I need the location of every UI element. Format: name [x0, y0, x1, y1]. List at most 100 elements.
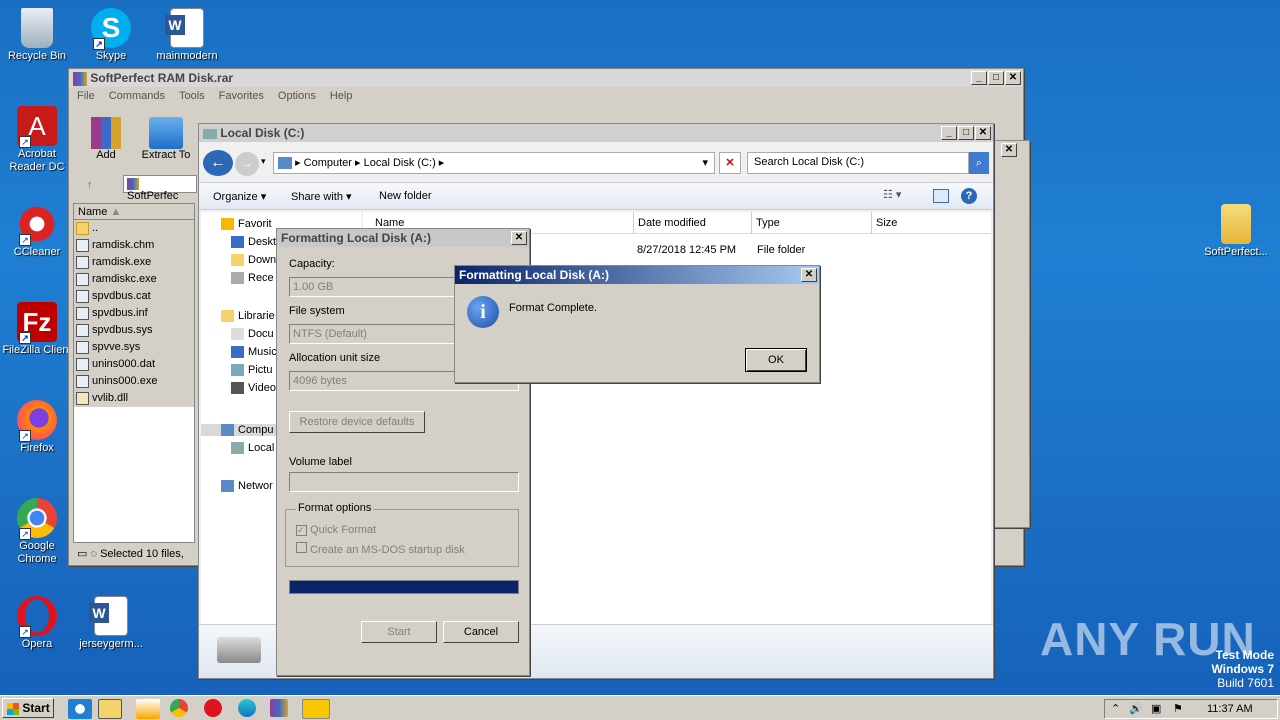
volume-icon[interactable]: 🔊: [1129, 702, 1143, 715]
share-with-button[interactable]: Share with ▾: [291, 190, 352, 203]
close-button[interactable]: ✕: [975, 126, 991, 140]
start-button[interactable]: Start: [2, 698, 54, 718]
menu-options[interactable]: Options: [278, 90, 316, 102]
desktop-icon-acrobat[interactable]: A ↗ Acrobat Reader DC: [0, 106, 74, 174]
nav-item[interactable]: Docu: [231, 328, 274, 341]
desktop-icon-skype[interactable]: S ↗ Skype: [74, 8, 148, 63]
search-input[interactable]: Search Local Disk (C:): [747, 152, 969, 174]
desktop-icon-recycle-bin[interactable]: Recycle Bin: [0, 8, 74, 63]
nav-item[interactable]: Networ: [221, 480, 273, 493]
start-button[interactable]: Start: [361, 621, 437, 643]
close-button[interactable]: ✕: [1005, 71, 1021, 85]
column-type[interactable]: Type: [751, 212, 784, 234]
media-player-icon[interactable]: [136, 699, 160, 719]
up-arrow-icon[interactable]: ↑: [87, 179, 93, 191]
nav-item[interactable]: Pictu: [231, 364, 272, 377]
clock[interactable]: 11:37 AM: [1207, 703, 1253, 715]
list-item[interactable]: unins000.dat: [74, 356, 194, 373]
nav-item[interactable]: Music: [231, 346, 277, 359]
search-icon[interactable]: ⌕: [969, 152, 989, 174]
menu-tools[interactable]: Tools: [179, 90, 205, 102]
volume-label-input[interactable]: [289, 472, 519, 492]
winrar-file-list[interactable]: Name ▲ .. ramdisk.chm ramdisk.exe ramdiskc.…: [73, 203, 195, 543]
nav-item[interactable]: Favorit: [221, 218, 272, 231]
menu-favorites[interactable]: Favorites: [219, 90, 264, 102]
nav-item[interactable]: Down: [231, 254, 276, 267]
tray-expand-icon[interactable]: ⌃: [1111, 702, 1120, 715]
column-size[interactable]: Size: [871, 212, 901, 234]
list-item[interactable]: vvlib.dll: [74, 390, 194, 407]
history-dropdown-icon[interactable]: ▾: [261, 156, 266, 167]
opera-taskbar-icon[interactable]: [204, 699, 222, 717]
format-dialog-titlebar[interactable]: Formatting Local Disk (A:) ✕: [277, 229, 529, 247]
nav-item[interactable]: Librarie: [221, 310, 275, 323]
address-bar[interactable]: ▸ Computer ▸ Local Disk (C:) ▸ ▾: [273, 152, 715, 174]
edge-icon[interactable]: [238, 699, 256, 717]
close-button[interactable]: ✕: [801, 268, 817, 282]
add-button[interactable]: Add: [89, 117, 123, 161]
new-folder-button[interactable]: New folder: [379, 190, 432, 202]
minimize-button[interactable]: _: [941, 126, 957, 140]
list-item[interactable]: ramdiskc.exe: [74, 271, 194, 288]
list-item[interactable]: spvdbus.inf: [74, 305, 194, 322]
close-button[interactable]: ✕: [1001, 143, 1017, 157]
message-titlebar[interactable]: Formatting Local Disk (A:) ✕: [455, 266, 819, 284]
list-item[interactable]: ..: [74, 220, 194, 237]
nav-item[interactable]: Local: [231, 442, 274, 455]
list-item[interactable]: spvve.sys: [74, 339, 194, 356]
forward-button[interactable]: →: [235, 152, 259, 176]
winrar-taskbar-icon[interactable]: [270, 699, 288, 717]
cancel-button[interactable]: Cancel: [443, 621, 519, 643]
list-item[interactable]: unins000.exe: [74, 373, 194, 390]
nav-item[interactable]: Video: [231, 382, 276, 395]
menu-file[interactable]: File: [77, 90, 95, 102]
column-header-name[interactable]: Name ▲: [74, 204, 194, 220]
view-options-icon[interactable]: ☷ ▾: [883, 188, 901, 201]
flag-icon[interactable]: ⚑: [1173, 702, 1183, 715]
network-icon[interactable]: ▣: [1151, 702, 1161, 715]
nav-item[interactable]: Rece: [231, 272, 274, 285]
format-complete-dialog[interactable]: Formatting Local Disk (A:) ✕ i Format Co…: [454, 265, 820, 383]
breadcrumb-local-disk[interactable]: Local Disk (C:): [364, 157, 436, 169]
desktop-icon-firefox[interactable]: ↗ Firefox: [0, 400, 74, 455]
back-button[interactable]: ←: [203, 150, 233, 176]
explorer-taskbar-icon[interactable]: [98, 699, 122, 719]
nav-item[interactable]: Deskt: [231, 236, 276, 249]
explorer-titlebar[interactable]: Local Disk (C:) _ □ ✕: [199, 124, 993, 142]
desktop-icon-filezilla[interactable]: Fz ↗ FileZilla Client: [0, 302, 74, 357]
help-icon[interactable]: ?: [961, 188, 977, 204]
column-date-modified[interactable]: Date modified: [633, 212, 710, 234]
refresh-stop-button[interactable]: ✕: [719, 152, 741, 174]
ie-icon[interactable]: [68, 699, 92, 719]
organize-button[interactable]: Organize ▾: [213, 190, 266, 203]
desktop-icon-chrome[interactable]: ↗ Google Chrome: [0, 498, 74, 566]
msdos-checkbox[interactable]: Create an MS-DOS startup disk: [296, 542, 465, 556]
desktop-icon-mainmodern[interactable]: W mainmodern: [150, 8, 224, 63]
menu-help[interactable]: Help: [330, 90, 353, 102]
desktop-icon-ccleaner[interactable]: ↗ CCleaner: [0, 204, 74, 259]
desktop-icon-opera[interactable]: ↗ Opera: [0, 596, 74, 651]
desktop-icon-softperfect[interactable]: SoftPerfect...: [1198, 204, 1274, 259]
winrar-titlebar[interactable]: SoftPerfect RAM Disk.rar _ □ ✕: [69, 69, 1023, 87]
extract-to-button[interactable]: Extract To: [137, 117, 195, 161]
list-item[interactable]: spvdbus.cat: [74, 288, 194, 305]
winrar-path-field[interactable]: SoftPerfec: [123, 175, 197, 202]
quick-format-checkbox[interactable]: ✓ Quick Format: [296, 524, 376, 536]
nav-item[interactable]: Compu: [201, 424, 279, 437]
preview-pane-icon[interactable]: [933, 189, 949, 203]
minimize-button[interactable]: _: [971, 71, 987, 85]
close-button[interactable]: ✕: [511, 231, 527, 245]
ok-button[interactable]: OK: [745, 348, 807, 372]
maximize-button[interactable]: □: [958, 126, 974, 140]
breadcrumb-computer[interactable]: Computer: [304, 157, 352, 169]
ramdisk-taskbar-icon[interactable]: [302, 699, 330, 719]
list-item[interactable]: ramdisk.exe: [74, 254, 194, 271]
restore-defaults-button[interactable]: Restore device defaults: [289, 411, 425, 433]
menu-commands[interactable]: Commands: [109, 90, 165, 102]
chrome-taskbar-icon[interactable]: [170, 699, 188, 717]
list-item[interactable]: ramdisk.chm: [74, 237, 194, 254]
address-dropdown-icon[interactable]: ▾: [702, 156, 708, 169]
desktop-icon-jerseygerm[interactable]: W jerseygerm...: [74, 596, 148, 651]
list-item[interactable]: spvdbus.sys: [74, 322, 194, 339]
maximize-button[interactable]: □: [988, 71, 1004, 85]
